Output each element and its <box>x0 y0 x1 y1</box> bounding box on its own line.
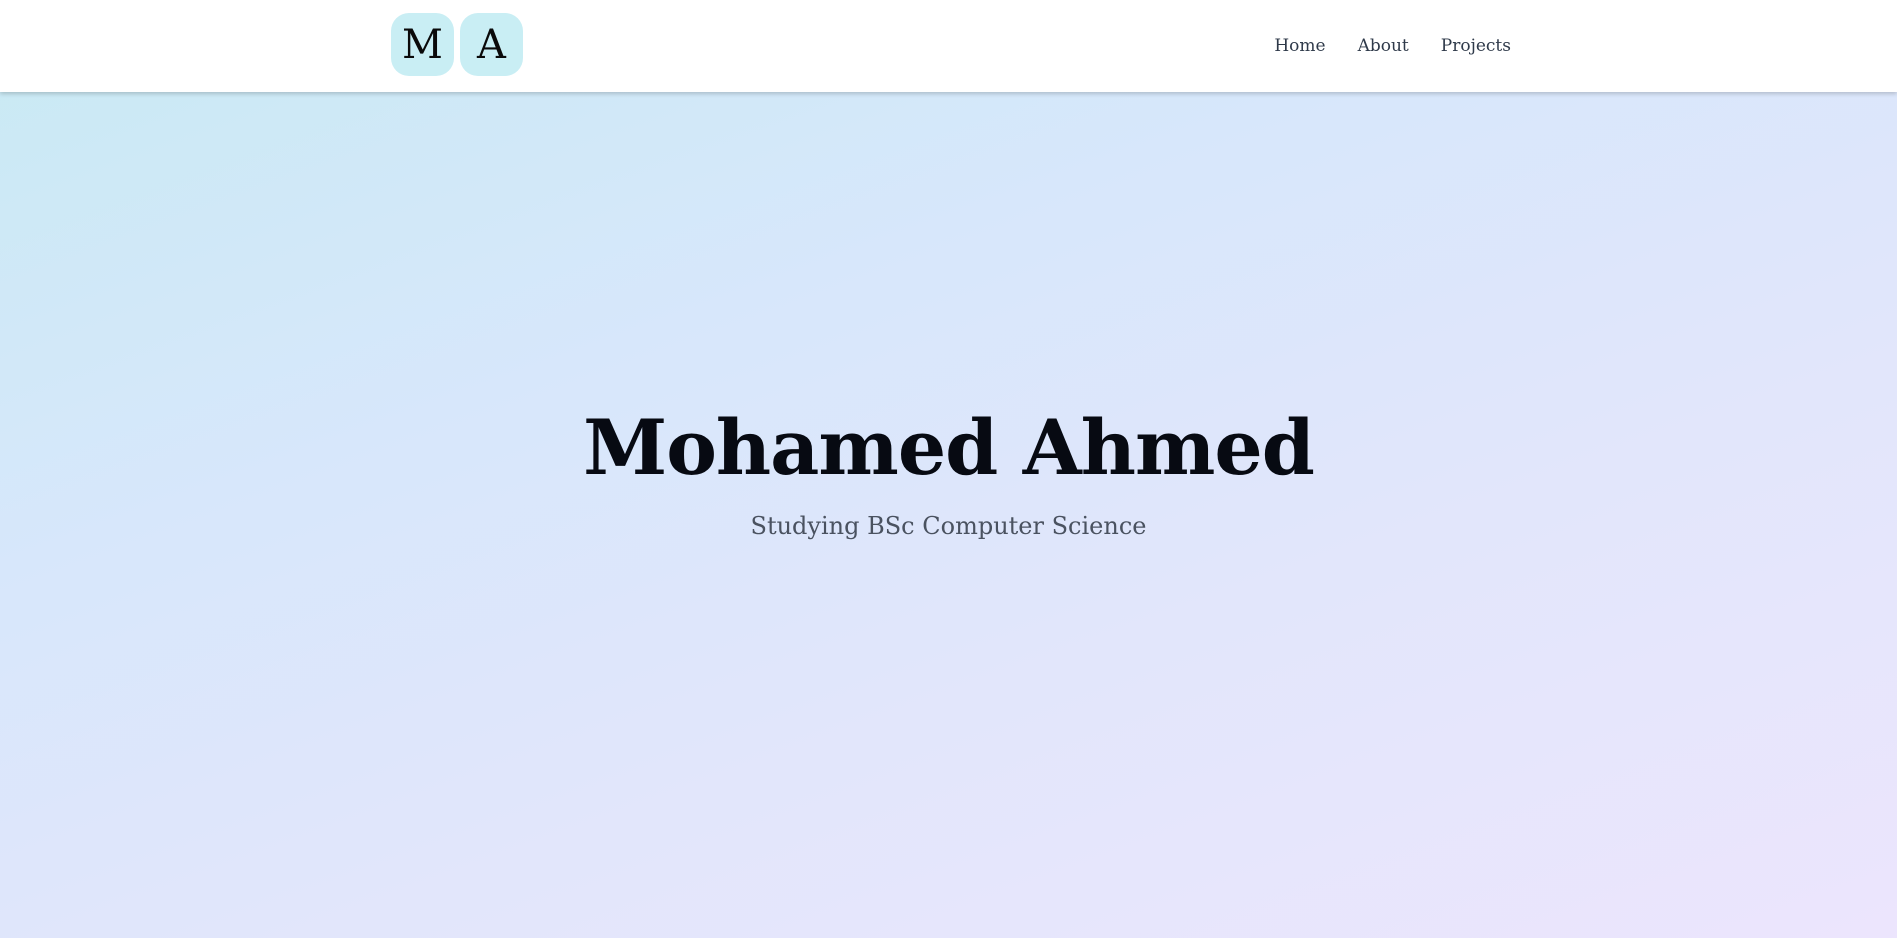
logo-letter-m: M <box>391 13 454 76</box>
hero-subtitle: Studying BSc Computer Science <box>750 512 1147 540</box>
site-logo[interactable]: M A <box>391 13 523 76</box>
top-navbar: M A Home About Projects <box>0 0 1897 92</box>
logo-letter-a: A <box>460 13 523 76</box>
nav-link-home[interactable]: Home <box>1274 36 1325 56</box>
nav-link-projects[interactable]: Projects <box>1441 36 1511 56</box>
hero-section: Mohamed Ahmed Studying BSc Computer Scie… <box>0 92 1897 938</box>
main-nav: Home About Projects <box>1274 0 1511 92</box>
hero-title: Mohamed Ahmed <box>583 403 1315 492</box>
nav-link-about[interactable]: About <box>1358 36 1409 56</box>
